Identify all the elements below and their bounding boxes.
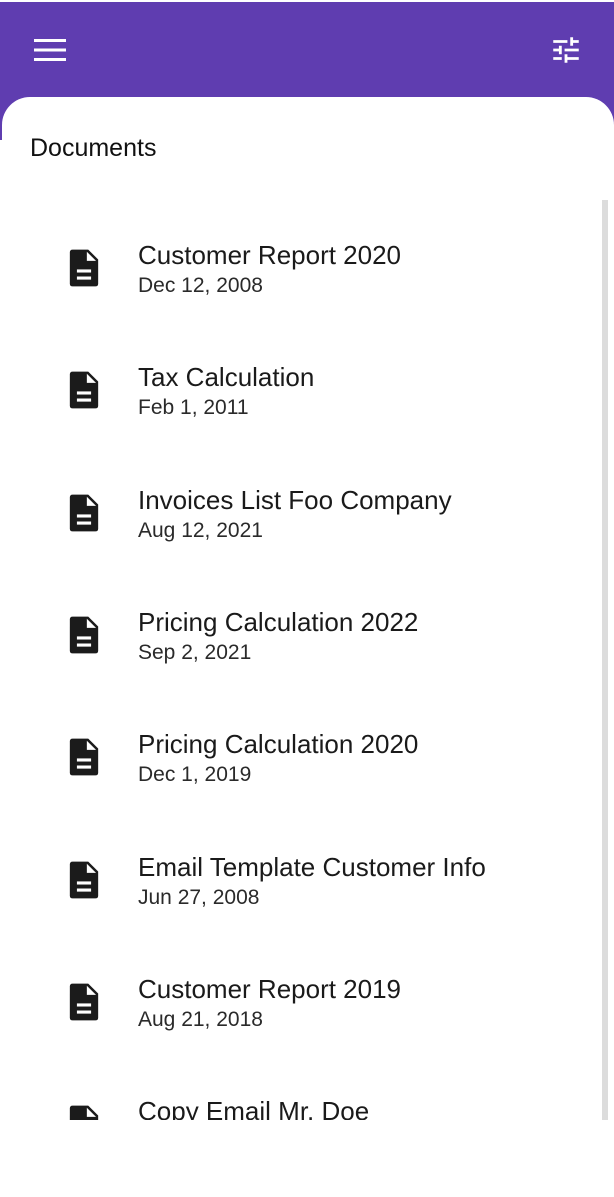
document-icon (69, 983, 99, 1021)
document-icon (69, 249, 99, 287)
document-list-item[interactable]: Email Template Customer Info Jun 27, 2008 (0, 852, 600, 962)
document-list-item[interactable]: Pricing Calculation 2020 Dec 1, 2019 (0, 729, 600, 839)
document-icon (69, 494, 99, 532)
document-name: Tax Calculation (138, 362, 315, 393)
tune-sliders-icon (553, 37, 579, 63)
document-list-item[interactable]: Copy Email Mr. Doe (0, 1096, 600, 1120)
document-icon (69, 1105, 99, 1120)
top-edge (0, 0, 614, 2)
documents-list[interactable]: Customer Report 2020 Dec 12, 2008 Tax Calc… (0, 200, 614, 1120)
document-date: Sep 2, 2021 (138, 640, 252, 664)
document-icon (69, 371, 99, 409)
document-list-item[interactable]: Pricing Calculation 2022 Sep 2, 2021 (0, 607, 600, 717)
document-date: Dec 1, 2019 (138, 763, 252, 787)
page-title: Documents (30, 134, 157, 162)
document-list-item[interactable]: Tax Calculation Feb 1, 2011 (0, 362, 600, 472)
document-name: Invoices List Foo Company (138, 484, 452, 515)
document-name: Copy Email Mr. Doe (138, 1096, 370, 1120)
scrollbar[interactable] (602, 200, 608, 1120)
document-list-item[interactable]: Customer Report 2020 Dec 12, 2008 (0, 240, 600, 350)
document-list-item[interactable]: Customer Report 2019 Aug 21, 2018 (0, 974, 600, 1084)
document-list-item[interactable]: Invoices List Foo Company Aug 12, 2021 (0, 485, 600, 595)
document-date: Aug 12, 2021 (138, 518, 263, 542)
document-name: Pricing Calculation 2020 (138, 729, 419, 760)
document-name: Customer Report 2020 (138, 240, 402, 270)
document-date: Jun 27, 2008 (138, 885, 260, 909)
menu-button[interactable] (24, 28, 76, 72)
document-date: Feb 1, 2011 (138, 396, 249, 420)
document-icon (69, 861, 99, 898)
document-name: Pricing Calculation 2022 (138, 606, 419, 637)
hamburger-menu-icon (34, 39, 66, 61)
document-name: Customer Report 2019 (138, 973, 402, 1004)
document-icon (69, 616, 99, 654)
document-date: Dec 12, 2008 (138, 274, 263, 297)
document-name: Email Template Customer Info (138, 851, 486, 882)
document-date: Aug 21, 2018 (138, 1007, 263, 1031)
filter-button[interactable] (540, 28, 592, 72)
document-icon (69, 738, 99, 776)
